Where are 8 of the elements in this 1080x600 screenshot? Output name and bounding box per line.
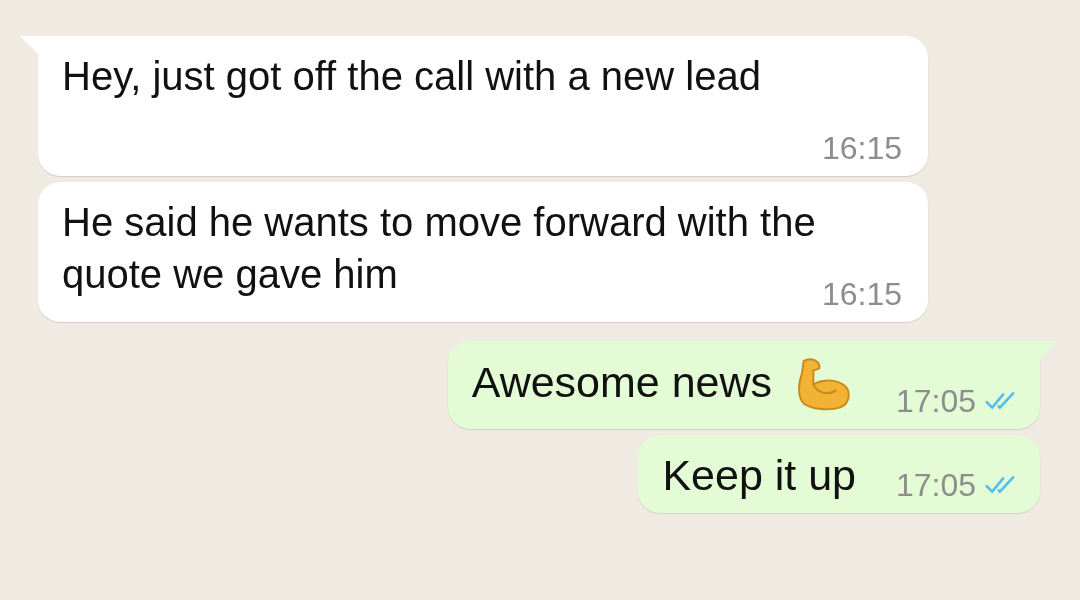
message-text: Keep it up — [662, 451, 857, 499]
message-time: 16:15 — [821, 276, 902, 312]
message-time: 17:05 — [895, 383, 976, 419]
message-text: He said he wants to move forward with the quote we gave him — [62, 200, 816, 296]
message-time: 17:05 — [895, 467, 976, 503]
message-text: Hey, just got off the call with a new lead — [62, 54, 761, 98]
message-text: Awesome news — [471, 358, 773, 407]
message-time: 16:15 — [821, 130, 902, 166]
